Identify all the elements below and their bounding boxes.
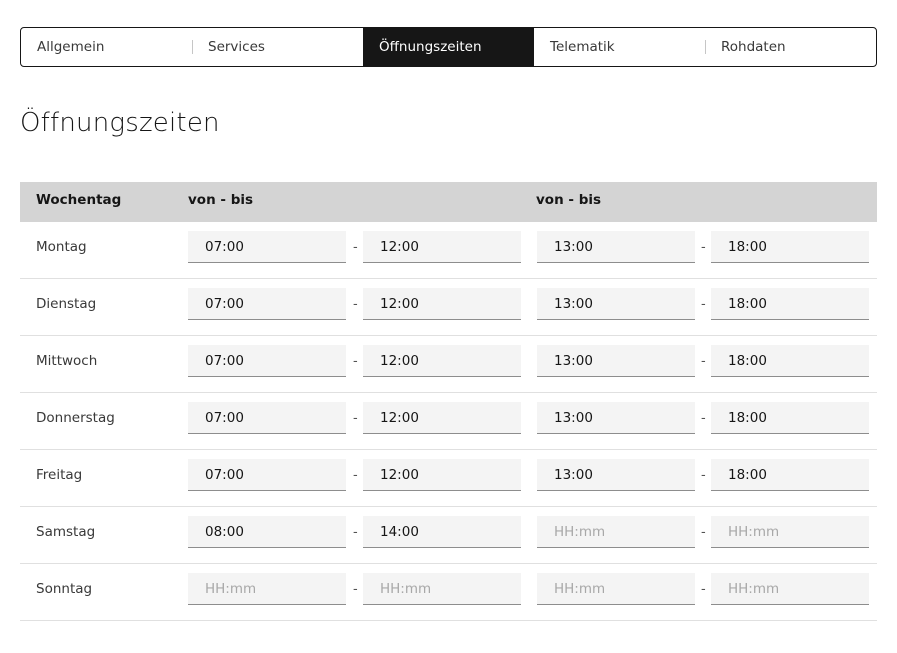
to-time-1-input[interactable] [363,345,521,377]
tab-telematik[interactable]: Telematik [534,28,705,66]
opening-hours-table: Wochentag von - bis von - bis Montag--Di… [20,182,877,621]
range-separator: - [353,240,358,255]
to-time-2-input[interactable] [711,345,869,377]
range-separator: - [701,582,706,597]
weekday-label: Montag [36,239,87,255]
from-time-1-input[interactable] [188,231,346,263]
table-row: Donnerstag - - [20,393,877,450]
tab-label: Telematik [550,39,615,55]
to-time-1-input[interactable] [363,573,521,605]
to-time-2-input[interactable] [711,288,869,320]
range-separator: - [701,525,706,540]
range-separator: - [701,297,706,312]
table-row: Freitag - - [20,450,877,507]
from-time-1-input[interactable] [188,459,346,491]
weekday-label: Samstag [36,524,96,540]
table-row: Samstag - - [20,507,877,564]
weekday-label: Sonntag [36,581,93,597]
table-row: Mittwoch - - [20,336,877,393]
to-time-2-input[interactable] [711,516,869,548]
to-time-1-input[interactable] [363,402,521,434]
range-separator: - [701,240,706,255]
table-row: Sonntag - - [20,564,877,621]
tab-services[interactable]: Services [192,28,363,66]
to-time-2-input[interactable] [711,459,869,491]
from-time-2-input[interactable] [537,288,695,320]
weekday-label: Freitag [36,467,83,483]
range-separator: - [353,297,358,312]
from-time-1-input[interactable] [188,573,346,605]
from-time-1-input[interactable] [188,516,346,548]
tab-label: Allgemein [37,39,105,55]
header-range-2: von - bis [536,192,602,208]
from-time-2-input[interactable] [537,459,695,491]
from-time-1-input[interactable] [188,345,346,377]
from-time-1-input[interactable] [188,288,346,320]
tab-bar: Allgemein Services Öffnungszeiten Telema… [20,27,877,67]
tab-divider [705,40,706,54]
page-title: Öffnungszeiten [20,108,220,138]
tab-rohdaten[interactable]: Rohdaten [705,28,876,66]
from-time-2-input[interactable] [537,402,695,434]
tab-label: Öffnungszeiten [379,39,482,55]
header-weekday: Wochentag [36,192,122,208]
to-time-1-input[interactable] [363,288,521,320]
tab-label: Services [208,39,265,55]
range-separator: - [353,411,358,426]
tab-divider [192,40,193,54]
from-time-2-input[interactable] [537,516,695,548]
to-time-1-input[interactable] [363,516,521,548]
range-separator: - [353,582,358,597]
table-body: Montag - - Dienstag - - Mittwoch - - Donnerstag - -… [20,222,877,621]
tab-oeffnungszeiten[interactable]: Öffnungszeiten [363,28,534,66]
to-time-2-input[interactable] [711,573,869,605]
to-time-1-input[interactable] [363,459,521,491]
to-time-2-input[interactable] [711,231,869,263]
to-time-2-input[interactable] [711,402,869,434]
range-separator: - [353,354,358,369]
header-range-1: von - bis [188,192,254,208]
table-row: Montag - - [20,222,877,279]
range-separator: - [701,411,706,426]
tab-allgemein[interactable]: Allgemein [21,28,192,66]
range-separator: - [353,525,358,540]
table-row: Dienstag - - [20,279,877,336]
table-header: Wochentag von - bis von - bis [20,182,877,222]
weekday-label: Mittwoch [36,353,98,369]
range-separator: - [701,354,706,369]
weekday-label: Dienstag [36,296,97,312]
tab-label: Rohdaten [721,39,786,55]
range-separator: - [353,468,358,483]
from-time-2-input[interactable] [537,231,695,263]
weekday-label: Donnerstag [36,410,115,426]
from-time-1-input[interactable] [188,402,346,434]
range-separator: - [701,468,706,483]
from-time-2-input[interactable] [537,573,695,605]
to-time-1-input[interactable] [363,231,521,263]
from-time-2-input[interactable] [537,345,695,377]
